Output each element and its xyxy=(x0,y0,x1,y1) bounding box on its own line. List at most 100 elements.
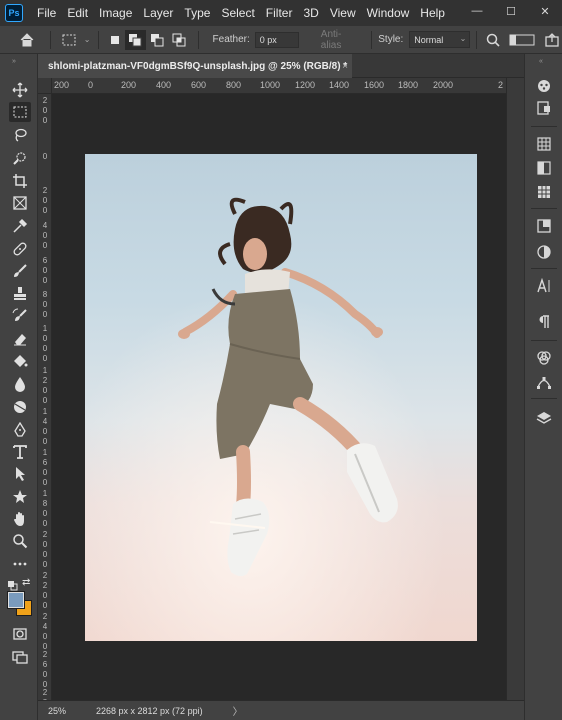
photoshop-logo: Ps xyxy=(5,4,23,22)
menu-bar: Ps File Edit Image Layer Type Select Fil… xyxy=(0,0,562,26)
healing-icon[interactable] xyxy=(9,239,31,259)
crop-icon[interactable] xyxy=(9,171,31,191)
close-window-button[interactable]: ✕ xyxy=(528,0,562,22)
collapse-icon[interactable]: » xyxy=(12,58,16,65)
document-image[interactable] xyxy=(85,154,477,641)
path-select-icon[interactable] xyxy=(9,464,31,484)
quick-select-icon[interactable] xyxy=(9,148,31,168)
vertical-scrollbar[interactable] xyxy=(506,78,524,700)
learn-icon[interactable] xyxy=(533,76,555,96)
more-icon[interactable] xyxy=(9,554,31,574)
menu-type[interactable]: Type xyxy=(184,6,210,20)
gradients-icon[interactable] xyxy=(533,216,555,236)
swatches-icon[interactable] xyxy=(533,182,555,202)
zoom-level[interactable]: 25% xyxy=(38,706,80,716)
zoom-icon[interactable] xyxy=(9,531,31,551)
ruler-label: 1 2 0 0 xyxy=(42,366,48,405)
intersect-selection-icon[interactable] xyxy=(168,33,190,47)
ruler-label: 200 xyxy=(54,80,70,90)
screen-mode-icon[interactable] xyxy=(9,647,31,667)
marquee-icon[interactable] xyxy=(9,102,31,122)
shape-icon[interactable] xyxy=(9,486,31,506)
new-selection-icon[interactable] xyxy=(105,34,125,46)
adjustments-icon[interactable] xyxy=(533,242,555,262)
menu-select[interactable]: Select xyxy=(221,6,254,20)
vertical-ruler[interactable]: 2 0 0 0 2 0 0 4 0 0 6 0 0 8 0 0 1 0 0 0 … xyxy=(38,94,52,700)
status-menu-arrow[interactable]: 〉 xyxy=(233,703,243,718)
histogram-icon[interactable] xyxy=(533,134,555,154)
menu-layer[interactable]: Layer xyxy=(143,6,173,20)
frame-icon[interactable] xyxy=(9,193,31,213)
move-icon[interactable] xyxy=(9,80,31,100)
ruler-label: 2000 xyxy=(433,80,454,90)
libraries-icon[interactable] xyxy=(533,98,555,118)
ruler-label: 6 0 0 xyxy=(42,256,48,285)
ruler-label: 1 6 0 0 xyxy=(42,448,48,487)
channels-icon[interactable] xyxy=(533,348,555,368)
character-icon[interactable] xyxy=(533,276,555,296)
feather-field[interactable] xyxy=(254,31,299,48)
ruler-label: 1400 xyxy=(329,80,350,90)
eyedropper-icon[interactable] xyxy=(9,216,31,236)
menu-filter[interactable]: Filter xyxy=(266,6,293,20)
ruler-corner xyxy=(38,78,52,94)
foreground-color-swatch[interactable] xyxy=(7,591,25,609)
style-select[interactable]: Normal ⌄ xyxy=(409,31,471,48)
type-icon[interactable] xyxy=(9,442,31,462)
document-tab[interactable]: shlomi-platzman-VF0dgmBSf9Q-unsplash.jpg… xyxy=(38,54,352,78)
marquee-preset-icon[interactable] xyxy=(57,32,83,48)
layers-icon[interactable] xyxy=(533,408,555,428)
stamp-icon[interactable] xyxy=(9,284,31,304)
ruler-label: 2 8 0 0 xyxy=(42,688,48,700)
share-icon[interactable] xyxy=(542,32,562,47)
ruler-label: 600 xyxy=(191,80,207,90)
separator xyxy=(197,30,199,49)
quick-mask-icon[interactable] xyxy=(9,624,31,644)
minimize-button[interactable]: — xyxy=(460,0,494,22)
ruler-label: 1 0 0 0 xyxy=(42,324,48,363)
subtract-selection-icon[interactable] xyxy=(146,33,168,47)
restore-button[interactable]: ☐ xyxy=(494,0,528,22)
collapse-icon[interactable]: « xyxy=(539,58,543,65)
menu-edit[interactable]: Edit xyxy=(67,6,88,20)
ruler-label: 1 4 0 0 xyxy=(42,407,48,446)
canvas-area[interactable] xyxy=(52,94,506,700)
menu-view[interactable]: View xyxy=(330,6,356,20)
paths-icon[interactable] xyxy=(533,372,555,392)
document-info: 2268 px x 2812 px (72 ppi) xyxy=(96,705,203,716)
swap-colors-icon[interactable]: ⇄ xyxy=(22,577,30,588)
menu-file[interactable]: File xyxy=(37,6,56,20)
menu-image[interactable]: Image xyxy=(99,6,132,20)
add-selection-icon[interactable] xyxy=(124,29,147,50)
paragraph-icon[interactable] xyxy=(533,312,555,332)
default-colors-icon[interactable] xyxy=(8,578,18,591)
pen-icon[interactable] xyxy=(9,420,31,440)
eraser-icon[interactable] xyxy=(9,329,31,349)
document-tabs: shlomi-platzman-VF0dgmBSf9Q-unsplash.jpg… xyxy=(38,54,524,78)
ruler-label: 1000 xyxy=(260,80,281,90)
blur-icon[interactable] xyxy=(9,374,31,394)
antialias-checkbox-label[interactable]: Anti-alias xyxy=(321,29,361,51)
home-icon[interactable] xyxy=(14,32,40,48)
search-icon[interactable] xyxy=(483,33,503,47)
workspace-icon[interactable] xyxy=(503,33,542,47)
ruler-label: 800 xyxy=(226,80,242,90)
menu-help[interactable]: Help xyxy=(420,6,445,20)
history-brush-icon[interactable] xyxy=(9,306,31,326)
bucket-icon[interactable] xyxy=(9,351,31,371)
color-icon[interactable] xyxy=(533,158,555,178)
chevron-down-icon[interactable]: ⌄ xyxy=(82,35,92,44)
lasso-icon[interactable] xyxy=(9,125,31,145)
ruler-label: 4 0 0 xyxy=(42,221,48,250)
close-icon[interactable]: × xyxy=(342,61,348,72)
horizontal-ruler[interactable]: 200 0 200 400 600 800 1000 1200 1400 160… xyxy=(52,78,506,94)
ruler-label: 2 2 0 0 xyxy=(42,571,48,610)
brush-icon[interactable] xyxy=(9,261,31,281)
hand-icon[interactable] xyxy=(9,509,31,529)
menu-window[interactable]: Window xyxy=(367,6,410,20)
menu-3d[interactable]: 3D xyxy=(303,6,318,20)
separator xyxy=(531,398,557,399)
ruler-label: 2 0 0 xyxy=(42,96,48,125)
ruler-label: 2 xyxy=(498,80,504,90)
dodge-icon[interactable] xyxy=(9,397,31,417)
